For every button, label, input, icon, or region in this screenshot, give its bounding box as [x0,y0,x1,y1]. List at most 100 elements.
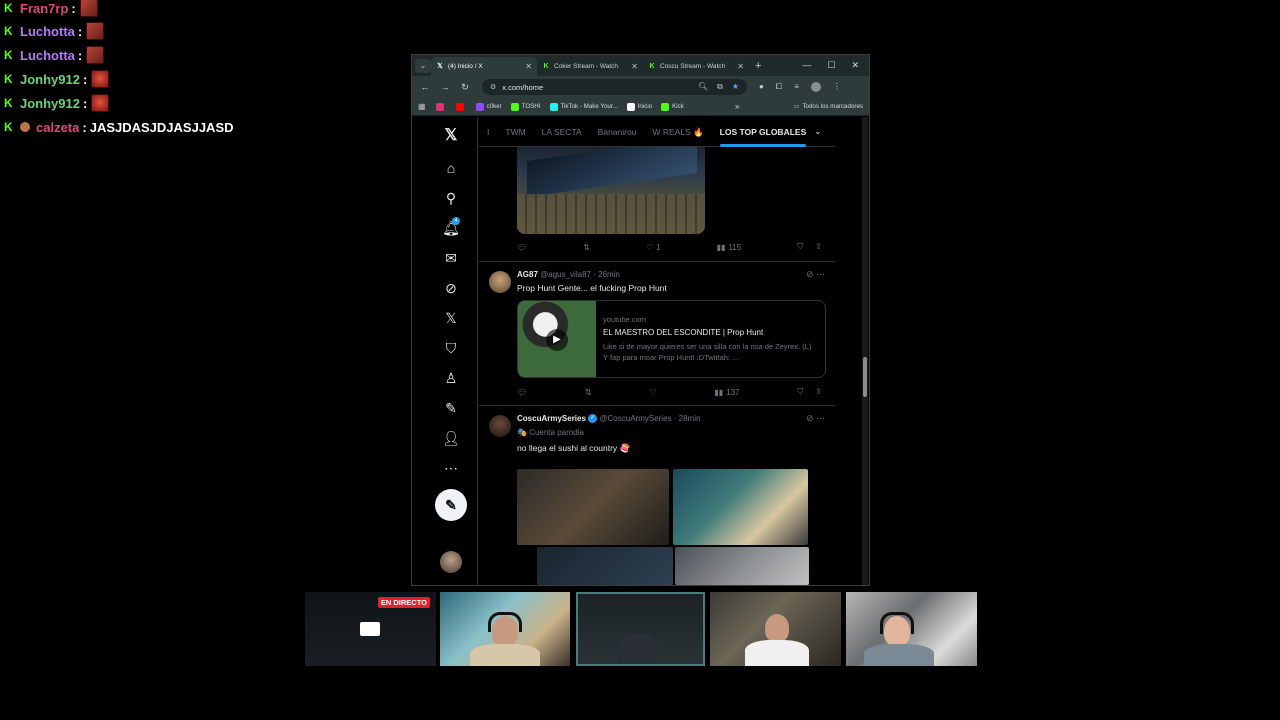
topic-tab[interactable]: LA SECTA [534,117,590,147]
new-tab-button[interactable]: + [755,60,761,72]
topic-tab[interactable]: W REALS 🔥 [644,117,711,147]
avatar[interactable] [489,271,511,293]
scroll-thumb[interactable] [863,357,867,397]
person-head [492,616,518,646]
reload-button[interactable]: ↻ [458,82,472,93]
retweet-icon[interactable]: ⇅ [585,387,592,397]
more-icon[interactable]: ⋯ [438,457,464,479]
media-grid[interactable] [517,469,817,585]
post-button[interactable]: ✎ [435,489,467,521]
author-name[interactable]: AG87 [517,270,538,279]
tab-title: (4) Inicio / X [448,63,483,70]
more-bookmarks-icon[interactable]: » [735,102,739,111]
bookmark-item[interactable]: Inicio [626,102,652,111]
retweet-icon[interactable]: ⇅ [583,242,590,252]
twitch-icon [475,102,484,111]
maximize-button[interactable]: ☐ [827,60,835,71]
lists-icon[interactable]: ✎ [438,397,464,419]
folder-icon: ▭ [793,103,800,110]
scrollbar[interactable] [862,117,868,585]
bookmark-star-icon[interactable]: ★ [732,82,739,92]
tab-coker-stream[interactable]: K Coker Stream - Watch ✕ [537,57,643,76]
media-image[interactable] [673,469,808,545]
apps-icon[interactable]: ▦ [418,102,426,111]
tab-coscu-stream[interactable]: K Coscu Stream - Watch ✕ [643,57,749,76]
premium-x-icon[interactable]: 𝕏 [438,307,464,329]
divider [479,261,835,262]
grok-icon[interactable]: ⊘ [438,277,464,299]
address-bar[interactable]: ⚙ x.com/home 🔍︎ ⧉ ★ [482,79,747,95]
media-image[interactable] [675,547,809,585]
bookmark-item[interactable]: c0ker [475,102,502,111]
back-button[interactable]: ← [418,82,432,92]
bookmark-item[interactable] [435,102,447,111]
bookmark-label: TOSHI [521,103,541,110]
communities-icon[interactable]: ♙ [438,367,464,389]
bookmark-item[interactable] [455,102,467,111]
close-icon[interactable]: ✕ [631,62,638,71]
bookmark-icon[interactable]: ⛉ [797,242,803,252]
x-logo-icon[interactable]: 𝕏 [438,124,464,146]
bookmark-item[interactable]: Kick [661,102,684,111]
topic-tab[interactable]: TWM [497,117,533,147]
puzzle-icon[interactable]: ⧠ [776,82,782,92]
close-window-button[interactable]: ✕ [851,60,859,71]
bookmark-item[interactable]: TikTok - Make Your... [549,102,618,111]
site-info-icon[interactable]: ⚙ [490,83,496,91]
like-icon[interactable]: ♡ [649,387,656,397]
zoom-icon[interactable]: 🔍︎ [698,82,708,92]
bookmark-item[interactable]: TOSHI [510,102,541,111]
media-icon[interactable]: ≡ [794,82,799,92]
tab-search-button[interactable]: ⌄ [415,58,431,73]
instagram-icon [435,102,444,111]
tweet-actions: 💬︎ ⇅ ♡ 1 ▮▮ 115 ⛉ ⇪ [517,242,822,252]
chat-message: K Luchotta: [4,21,105,41]
profile-avatar[interactable] [810,82,821,92]
forward-button[interactable]: → [438,82,452,92]
extension-icon[interactable]: ● [759,82,764,92]
author-name[interactable]: CoscuArmySeries [517,414,586,423]
home-icon[interactable]: ⌂ [438,157,464,179]
reply-icon[interactable]: 💬︎ [517,387,527,397]
chevron-down-icon[interactable]: ⌄ [814,126,821,137]
media-image[interactable] [537,547,673,585]
topic-tab[interactable]: LOS TOP GLOBALES [712,117,815,147]
author-handle[interactable]: @agus_vila87 · 26min [540,270,620,279]
views-button[interactable]: ▮▮ 115 [717,242,742,252]
close-icon[interactable]: ✕ [737,62,744,71]
reply-icon[interactable]: 💬︎ [517,242,527,252]
tweet-text: Prop Hunt Gente... el fucking Prop Hunt [517,283,667,293]
author-handle[interactable]: @CoscuArmySeries · 28min [599,414,700,423]
tab-strip: ⌄ 𝕏 (4) Inicio / X ✕ K Coker Stream - Wa… [412,55,869,76]
share-icon[interactable]: ⇪ [815,387,822,397]
screen-share-cam: EN DIRECTO [305,592,436,666]
topic-tab[interactable]: I [479,117,497,147]
views-button[interactable]: ▮▮ 137 [714,387,739,397]
chat-message: K Fran7rp: [4,0,98,18]
chat-separator: : [82,95,88,111]
bookmark-icon[interactable]: ⛉ [797,387,803,397]
tweet-image[interactable] [517,147,705,234]
minimize-button[interactable]: — [802,60,811,71]
tab-x-inicio[interactable]: 𝕏 (4) Inicio / X ✕ [431,57,537,76]
profile-icon[interactable]: 👤︎ [438,427,464,449]
more-options-icon[interactable]: ⊘ ⋯ [806,413,825,424]
all-bookmarks-folder[interactable]: ▭ Todos los marcadores [794,103,863,110]
search-icon[interactable]: ⚲ [438,187,464,209]
share-icon[interactable]: ⇪ [815,242,822,252]
x-left-nav: 𝕏 ⌂ ⚲ 🔔︎ 4 ✉ ⊘ 𝕏 ⛉ ♙ ✎ 👤︎ ⋯ ✎ [412,117,478,585]
install-icon[interactable]: ⧉ [717,82,723,92]
messages-icon[interactable]: ✉ [438,247,464,269]
link-preview-card[interactable]: ▶ youtube.com EL MAESTRO DEL ESCONDITE |… [517,300,826,378]
bookmarks-icon[interactable]: ⛉ [438,337,464,359]
avatar[interactable] [489,415,511,437]
like-button[interactable]: ♡ 1 [646,242,661,252]
topic-tab[interactable]: Bananirou [590,117,645,147]
more-options-icon[interactable]: ⊘ ⋯ [806,269,825,280]
topic-tabs: I TWM LA SECTA Bananirou W REALS 🔥 LOS TOP GL… [479,117,835,147]
notifications-icon[interactable]: 🔔︎ 4 [438,217,464,239]
close-icon[interactable]: ✕ [525,62,532,71]
media-image[interactable] [517,469,669,545]
menu-icon[interactable]: ⋮ [833,82,841,92]
account-avatar[interactable] [440,551,462,573]
